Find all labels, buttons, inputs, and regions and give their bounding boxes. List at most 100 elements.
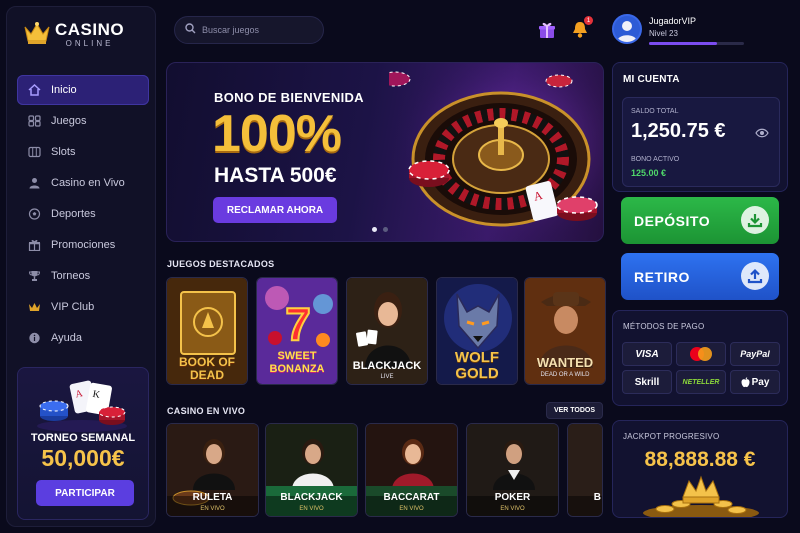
live-table-poker[interactable]: POKER EN VIVO: [466, 423, 559, 517]
game-title: WOLF GOLD: [454, 349, 500, 382]
hero-kicker: BONO DE BIENVENIDA: [214, 90, 364, 105]
account-title: MI CUENTA: [623, 74, 680, 85]
live-table-ruleta[interactable]: RULETA EN VIVO: [166, 423, 259, 517]
live-casino-title: CASINO EN VIVO: [167, 406, 246, 416]
bonus-value: 125.00 €: [631, 168, 667, 178]
logo[interactable]: CASINO ONLINE: [23, 21, 124, 49]
sidebar-item-torneos[interactable]: Torneos: [17, 261, 149, 291]
live-table-name: B: [593, 492, 601, 503]
payment-neteller[interactable]: NETELLER: [676, 370, 726, 394]
live-table-status: EN VIVO: [500, 506, 525, 512]
payment-apple-pay[interactable]: Pay: [730, 370, 780, 394]
carousel-dots: [372, 227, 388, 232]
sidebar-item-label: Slots: [51, 146, 76, 158]
xp-progress-fill: [649, 42, 718, 45]
live-dealer-icon: [27, 176, 41, 190]
tournament-title: TORNEO SEMANAL: [30, 432, 136, 444]
payment-skrill[interactable]: Skrill: [622, 370, 672, 394]
game-card-sweet-bonanza[interactable]: 7 SWEET BONANZA: [256, 277, 338, 385]
sidebar-item-inicio[interactable]: Inicio: [17, 75, 149, 105]
game-card-blackjack[interactable]: BLACKJACK LIVE: [346, 277, 428, 385]
featured-games-title: JUEGOS DESTACADOS: [167, 259, 275, 269]
carousel-dot-2[interactable]: [383, 227, 388, 232]
eye-icon[interactable]: [755, 128, 769, 138]
hero-limit: HASTA 500€: [214, 164, 337, 187]
games-icon: [27, 114, 41, 128]
live-table-name: POKER: [494, 492, 531, 503]
claim-bonus-button[interactable]: RECLAMAR AHORA: [213, 197, 337, 223]
apple-pay-label: Pay: [751, 376, 770, 388]
balance-value: 1,250.75 €: [631, 120, 726, 142]
game-title: WANTED: [536, 355, 594, 370]
carousel-dot-1[interactable]: [372, 227, 377, 232]
sidebar-item-label: Promociones: [51, 239, 116, 251]
game-card-wanted[interactable]: WANTED DEAD OR A WILD: [524, 277, 606, 385]
live-table-name: RULETA: [192, 492, 233, 503]
game-subtitle: LIVE: [380, 374, 394, 380]
sidebar-item-promociones[interactable]: Promociones: [17, 230, 149, 260]
game-title: BLACKJACK: [352, 360, 422, 372]
bonus-label: BONO ACTIVO: [631, 156, 680, 163]
user-level: Nivel 23: [649, 29, 678, 38]
sidebar-item-label: Ayuda: [51, 332, 82, 344]
sidebar-item-casino-en-vivo[interactable]: Casino en Vivo: [17, 168, 149, 198]
jackpot-value: 88,888.88 €: [644, 448, 756, 471]
sidebar-item-juegos[interactable]: Juegos: [17, 106, 149, 136]
view-all-button[interactable]: VER TODOS: [546, 402, 603, 419]
deposit-button[interactable]: DEPÓSITO: [621, 197, 779, 244]
payment-methods-title: MÉTODOS DE PAGO: [623, 322, 705, 331]
sidebar-item-label: Casino en Vivo: [51, 177, 125, 189]
game-title: SWEET BONANZA: [269, 350, 325, 375]
search-input[interactable]: Buscar juegos: [202, 25, 259, 35]
roulette-wheel-illustration: A: [389, 63, 603, 241]
brand-subtitle: ONLINE: [65, 39, 114, 48]
jackpot-panel[interactable]: JACKPOT PROGRESIVO 88,888.88 €: [612, 420, 788, 518]
sidebar-item-slots[interactable]: Slots: [17, 137, 149, 167]
payment-mastercard[interactable]: [676, 342, 726, 366]
sidebar-nav: Inicio Juegos Slots Casino en Vivo Depor…: [17, 75, 149, 354]
sidebar-item-label: Deportes: [51, 208, 96, 220]
gift-icon: [27, 238, 41, 252]
brand-name: CASINO: [55, 20, 125, 39]
sidebar-item-ayuda[interactable]: Ayuda: [17, 323, 149, 353]
balance-label: SALDO TOTAL: [631, 108, 679, 115]
welcome-bonus-banner[interactable]: A BONO DE BIENVENIDA 100% HASTA 500€ REC…: [166, 62, 604, 242]
avatar[interactable]: [612, 14, 642, 44]
cards-and-chips-illustration: A K: [37, 380, 127, 432]
sidebar-item-vip-club[interactable]: VIP Club: [17, 292, 149, 322]
gift-icon[interactable]: [538, 21, 556, 39]
crown-icon: [27, 300, 41, 314]
game-card-book-of-dead[interactable]: BOOK OF DEAD: [166, 277, 248, 385]
sidebar-item-deportes[interactable]: Deportes: [17, 199, 149, 229]
live-table-blackjack[interactable]: BLACKJACK EN VIVO: [265, 423, 358, 517]
search-bar[interactable]: Buscar juegos: [174, 16, 324, 44]
sidebar-item-label: Inicio: [51, 84, 77, 96]
live-dealer-roulette-art: [167, 424, 258, 516]
sidebar-item-label: Torneos: [51, 270, 91, 282]
live-table-name: BLACKJACK: [280, 492, 343, 503]
hero-percentage: 100%: [212, 105, 342, 163]
apple-icon: [741, 376, 750, 387]
user-avatar-icon: [617, 21, 637, 42]
payment-methods-panel: MÉTODOS DE PAGO VISA PayPal Skrill NETEL…: [612, 310, 788, 406]
xp-progress-bar: [649, 42, 744, 45]
live-dealer-baccarat-art: [366, 424, 457, 516]
game-card-wolf-gold[interactable]: WOLF GOLD: [436, 277, 518, 385]
slots-icon: [27, 145, 41, 159]
download-icon: [741, 206, 769, 234]
search-icon: [185, 23, 196, 37]
live-table-baccarat[interactable]: BACCARAT EN VIVO: [365, 423, 458, 517]
sidebar-item-label: VIP Club: [51, 301, 95, 313]
live-table-status: EN VIVO: [399, 506, 424, 512]
crown-logo-icon: [24, 22, 50, 44]
live-table-partial[interactable]: B: [567, 423, 603, 517]
live-dealer-blackjack-art: [266, 424, 357, 516]
balance-box: SALDO TOTAL 1,250.75 € BONO ACTIVO 125.0…: [622, 97, 780, 187]
payment-visa[interactable]: VISA: [622, 342, 672, 366]
participate-button[interactable]: PARTICIPAR: [36, 480, 134, 506]
sidebar-item-label: Juegos: [51, 115, 87, 127]
gold-coins-crown-illustration: [643, 475, 759, 517]
payment-paypal[interactable]: PayPal: [730, 342, 780, 366]
withdraw-button[interactable]: RETIRO: [621, 253, 779, 300]
sidebar: CASINO ONLINE Inicio Juegos Slots Casino…: [6, 6, 156, 527]
